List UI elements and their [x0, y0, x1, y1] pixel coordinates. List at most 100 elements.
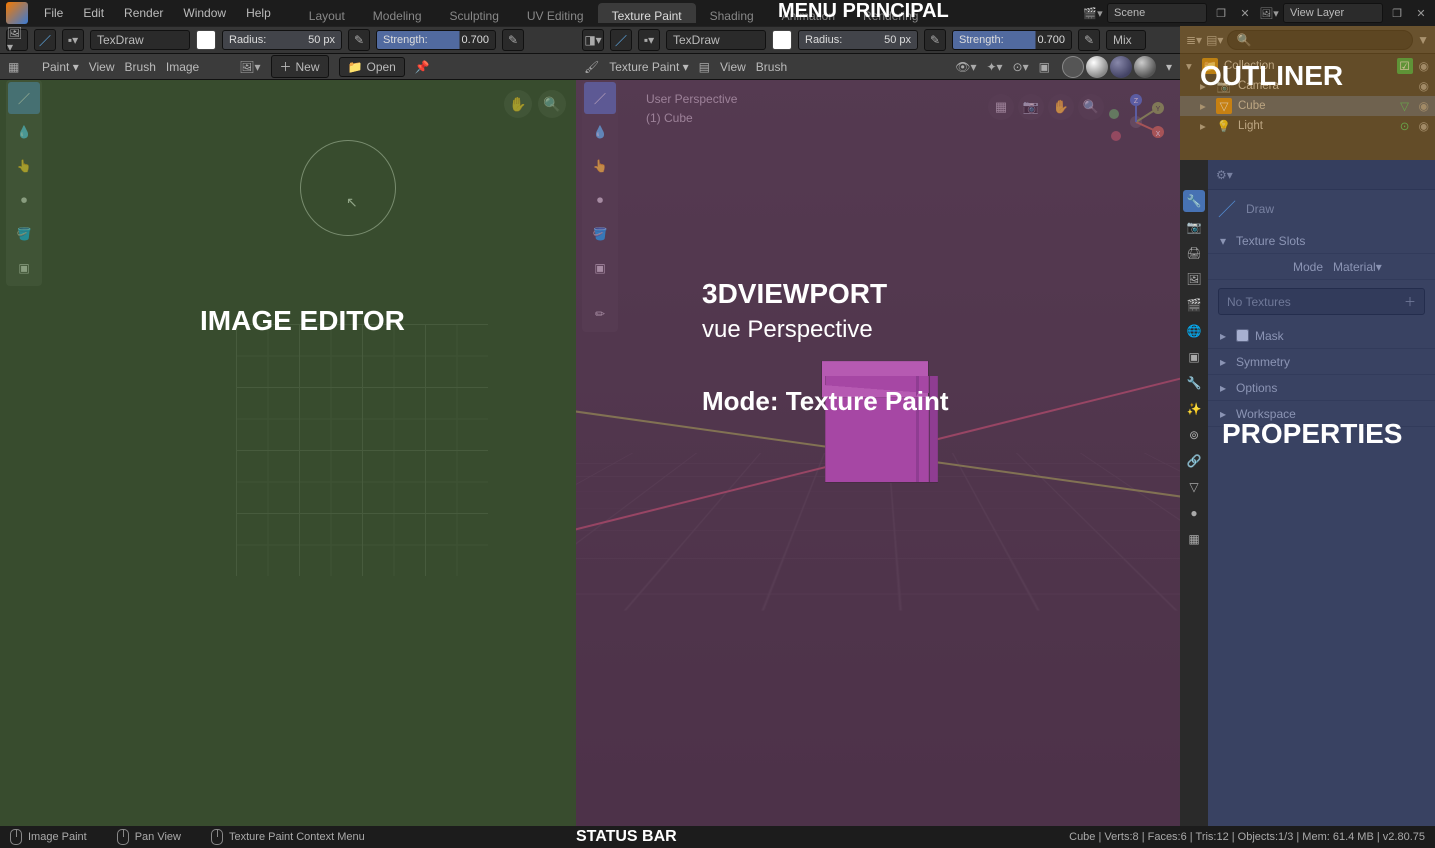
image-browse-icon[interactable]: 🖼▾: [239, 60, 260, 74]
tab-modifier-icon[interactable]: 🔧: [1183, 372, 1205, 394]
tool-fill-icon[interactable]: 🪣: [8, 218, 40, 250]
uv-overlay-icon[interactable]: ▦: [8, 60, 32, 74]
tool-fill-icon[interactable]: 🪣: [584, 218, 616, 250]
tool-draw-icon[interactable]: ／: [8, 82, 40, 114]
visibility-icon[interactable]: ◉: [1419, 79, 1429, 93]
tool-annotate-icon[interactable]: ✏: [584, 298, 616, 330]
tool-smear-icon[interactable]: 👆: [8, 150, 40, 182]
hdr-brush[interactable]: Brush: [756, 60, 787, 74]
tool-mask-icon[interactable]: ▣: [8, 252, 40, 284]
hdr-brush[interactable]: Brush: [125, 60, 156, 74]
open-image-button[interactable]: 📁 Open: [339, 57, 405, 77]
outliner-search-input[interactable]: 🔍: [1227, 30, 1413, 50]
overlays-icon[interactable]: 👁▾: [955, 60, 976, 74]
viewlayer-browse-icon[interactable]: 🖼▾: [1259, 3, 1279, 23]
tab-scene-icon[interactable]: 🎬: [1183, 294, 1205, 316]
tab-sculpting[interactable]: Sculpting: [436, 3, 513, 23]
brush-icon[interactable]: ／: [610, 29, 632, 51]
shading-rendered-icon[interactable]: [1134, 56, 1156, 78]
tool-clone-icon[interactable]: ⏺: [8, 184, 40, 216]
snap-icon[interactable]: ⊙▾: [1013, 60, 1029, 74]
radius-field[interactable]: Radius: 50 px: [222, 30, 342, 50]
toggle-camera-icon[interactable]: 📷: [1018, 94, 1044, 120]
strength-field[interactable]: Strength: 0.700: [952, 30, 1072, 50]
menu-edit[interactable]: Edit: [73, 0, 114, 26]
mesh-data-icon[interactable]: ▽: [1397, 98, 1413, 114]
shading-options-icon[interactable]: ▾: [1166, 60, 1172, 74]
radius-pressure-icon[interactable]: ✎: [924, 29, 946, 51]
scene-new-icon[interactable]: ❐: [1211, 3, 1231, 23]
visibility-icon[interactable]: ◉: [1419, 119, 1429, 133]
mask-section[interactable]: ▸Mask: [1208, 323, 1435, 349]
strength-pressure-icon[interactable]: ✎: [1078, 29, 1100, 51]
tab-particles-icon[interactable]: ✨: [1183, 398, 1205, 420]
visibility-icon[interactable]: ◉: [1419, 99, 1429, 113]
texture-slots-section[interactable]: ▾Texture Slots: [1208, 228, 1435, 254]
scene-browse-icon[interactable]: 🎬▾: [1083, 3, 1103, 23]
pan-icon[interactable]: ✋: [504, 90, 532, 118]
tab-viewlayer-icon[interactable]: 🖼: [1183, 268, 1205, 290]
tab-layout[interactable]: Layout: [295, 3, 359, 23]
outliner-item-light[interactable]: ▸💡 Light ⊙ ◉: [1180, 116, 1435, 136]
tool-soften-icon[interactable]: 💧: [8, 116, 40, 148]
radius-pressure-icon[interactable]: ✎: [348, 29, 370, 51]
scene-name-input[interactable]: [1107, 3, 1207, 23]
radius-field[interactable]: Radius: 50 px: [798, 30, 918, 50]
new-image-button[interactable]: ＋ New: [271, 55, 329, 78]
collection-toggle-icon[interactable]: ☑: [1397, 58, 1413, 74]
symmetry-section[interactable]: ▸Symmetry: [1208, 349, 1435, 375]
tab-render-icon[interactable]: 📷: [1183, 216, 1205, 238]
viewlayer-delete-icon[interactable]: ✕: [1411, 3, 1431, 23]
mode-select[interactable]: Paint ▾: [42, 60, 79, 74]
zoom-icon[interactable]: 🔍: [538, 90, 566, 118]
pin-icon[interactable]: 📌: [415, 60, 430, 74]
hdr-image[interactable]: Image: [166, 60, 199, 74]
mask-checkbox[interactable]: [1236, 329, 1249, 342]
blend-mode-select[interactable]: Mix: [1106, 30, 1146, 50]
brush-color-swatch[interactable]: [196, 30, 216, 50]
outliner-item-cube[interactable]: ▸▽ Cube ▽ ◉: [1180, 96, 1435, 116]
menu-help[interactable]: Help: [236, 0, 281, 26]
menu-render[interactable]: Render: [114, 0, 173, 26]
tool-draw-icon[interactable]: ／: [584, 82, 616, 114]
camera-view-icon[interactable]: ▦: [988, 94, 1014, 120]
scene-delete-icon[interactable]: ✕: [1235, 3, 1255, 23]
menu-file[interactable]: File: [34, 0, 73, 26]
tab-texture-paint[interactable]: Texture Paint: [598, 3, 696, 23]
shading-solid-icon[interactable]: [1086, 56, 1108, 78]
orbit-gizmo[interactable]: X Y Z: [1108, 94, 1164, 150]
header-visibility-icon[interactable]: ▤: [699, 60, 710, 74]
mode-select[interactable]: Material▾: [1333, 260, 1423, 274]
viewlayer-new-icon[interactable]: ❐: [1387, 3, 1407, 23]
strength-field[interactable]: Strength: 0.700: [376, 30, 496, 50]
tool-mask-icon[interactable]: ▣: [584, 252, 616, 284]
brush-name-field[interactable]: TexDraw: [90, 30, 190, 50]
light-data-icon[interactable]: ⊙: [1397, 118, 1413, 134]
props-options-icon[interactable]: ⚙▾: [1216, 168, 1233, 182]
tab-constraints-icon[interactable]: 🔗: [1183, 450, 1205, 472]
gizmo-icon[interactable]: ✦▾: [986, 60, 1002, 74]
viewport-region[interactable]: ／ 💧 👆 ⏺ 🪣 ▣ ✏ User Perspective (1) Cube …: [576, 80, 1180, 826]
image-editor-region[interactable]: ／ 💧 👆 ⏺ 🪣 ▣ ✋ 🔍 ↖ IMAGE EDITOR: [0, 80, 576, 826]
editor-type-icon[interactable]: ◨▾: [582, 29, 604, 51]
filter-icon[interactable]: ▤▾: [1206, 33, 1223, 47]
display-mode-icon[interactable]: ≣▾: [1186, 33, 1202, 47]
editor-type-icon[interactable]: 🖼▾: [6, 29, 28, 51]
shading-wireframe-icon[interactable]: [1062, 56, 1084, 78]
tool-soften-icon[interactable]: 💧: [584, 116, 616, 148]
options-section[interactable]: ▸Options: [1208, 375, 1435, 401]
tab-physics-icon[interactable]: ⊚: [1183, 424, 1205, 446]
viewlayer-name-input[interactable]: [1283, 3, 1383, 23]
tab-texture-icon[interactable]: ▦: [1183, 528, 1205, 550]
mode-select[interactable]: Texture Paint ▾: [609, 60, 688, 74]
brush-browse-icon[interactable]: ▪▾: [638, 29, 660, 51]
menu-window[interactable]: Window: [173, 0, 236, 26]
tab-output-icon[interactable]: 🖨: [1183, 242, 1205, 264]
add-texture-button[interactable]: ＋: [1404, 293, 1416, 310]
tab-world-icon[interactable]: 🌐: [1183, 320, 1205, 342]
tab-object-icon[interactable]: ▣: [1183, 346, 1205, 368]
tab-material-icon[interactable]: ●: [1183, 502, 1205, 524]
tab-active-tool-icon[interactable]: 🔧: [1183, 190, 1205, 212]
mode-icon[interactable]: 🖌: [584, 60, 599, 74]
tab-mesh-icon[interactable]: ▽: [1183, 476, 1205, 498]
